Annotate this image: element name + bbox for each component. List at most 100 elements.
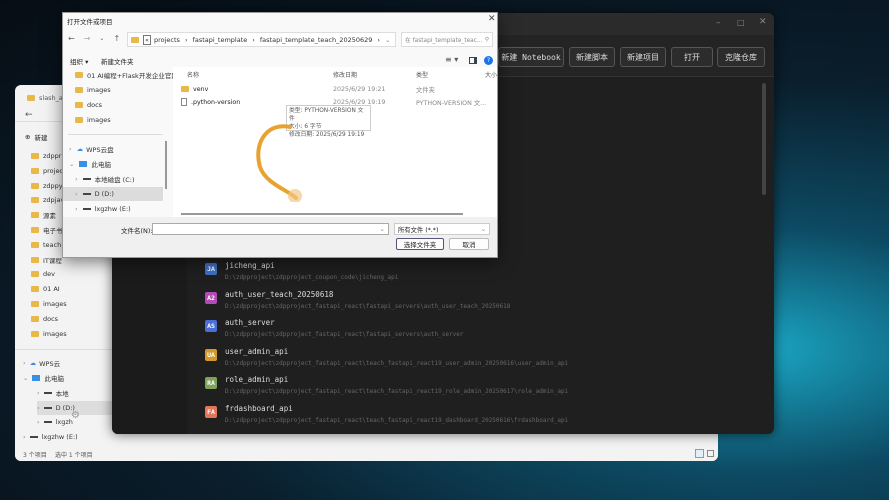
chevron-right-icon: ›	[37, 418, 40, 426]
recent-project[interactable]: UA user_admin_api D:\zdpproject\zdpproject…	[205, 347, 765, 375]
drive-icon	[43, 392, 52, 394]
chevron-right-icon: ›	[23, 359, 26, 367]
horizontal-scrollbar[interactable]	[181, 213, 463, 215]
address-bar[interactable]: « projects › fastapi_template › fastapi_te…	[127, 32, 406, 47]
quick-access-item[interactable]: images	[75, 113, 111, 127]
folder-icon	[131, 36, 139, 43]
new-script-button[interactable]: 新建脚本	[569, 47, 615, 67]
column-date[interactable]: 修改日期	[333, 70, 357, 79]
folder-icon	[31, 271, 39, 278]
cancel-button[interactable]: 取消	[449, 238, 489, 250]
project-path: D:\zdpproject\zdpproject_coupon_code\jic…	[225, 274, 399, 281]
clone-repo-button[interactable]: 克隆仓库	[717, 47, 765, 67]
new-notebook-button[interactable]: 新建 Notebook	[498, 47, 564, 67]
recent-project[interactable]: JA jicheng_api D:\zdpproject\zdpproject_co…	[205, 261, 765, 289]
nav-tree-item[interactable]: › ☁ WPS云盘	[63, 142, 163, 156]
drive-icon	[82, 208, 91, 210]
cloud-icon: ☁	[76, 145, 84, 153]
folder-label: docs	[43, 314, 59, 323]
tree-label: WPS云	[39, 360, 61, 368]
back-icon[interactable]: ←	[68, 34, 75, 43]
organize-menu[interactable]: 组织 ▾	[70, 56, 88, 66]
chevron-down-icon: ⌄	[69, 160, 75, 168]
project-name: auth_user_teach_20250618	[225, 289, 334, 299]
forward-icon[interactable]: →	[84, 34, 91, 43]
new-project-button[interactable]: 新建项目	[620, 47, 666, 67]
nav-tree-item[interactable]: › D (D:)	[63, 187, 163, 201]
column-type[interactable]: 类型	[416, 70, 428, 79]
breadcrumb-item[interactable]: fastapi_template	[193, 36, 248, 44]
details-view-icon[interactable]	[695, 449, 704, 458]
dropdown-icon[interactable]: ⌄	[385, 36, 390, 44]
scrollbar[interactable]	[762, 83, 766, 195]
open-button[interactable]: 打开	[671, 47, 713, 67]
back-icon[interactable]: ←	[25, 110, 33, 120]
recent-project[interactable]: FA frdashboard_api D:\zdpproject\zdpprojec…	[205, 404, 765, 432]
folder-label: 源素	[43, 212, 56, 221]
filename-input[interactable]: ⌄	[152, 223, 389, 235]
nav-tree-item[interactable]: › 本地磁盘 (C:)	[63, 172, 163, 186]
minimize-icon[interactable]: –	[716, 18, 721, 28]
search-icon: ⚲	[484, 36, 489, 43]
project-path: D:\zdpproject\zdpproject_fastapi_react\t…	[225, 388, 569, 396]
overflow-chevron[interactable]: «	[143, 34, 151, 45]
tree-item[interactable]: › lxgzhw (E:)	[23, 430, 118, 444]
recent-project[interactable]: RA role_admin_api D:\zdpproject\zdpproject…	[205, 375, 765, 403]
recent-project[interactable]: AS auth_server D:\zdpproject\zdpproject_fa…	[205, 318, 765, 346]
recent-project[interactable]: A2 auth_user_teach_20250618 D:\zdpproject\…	[205, 290, 765, 318]
tree-label: 此电脑	[44, 375, 64, 383]
file-row[interactable]: venv 2025/6/29 19:21 文件夹	[173, 83, 497, 95]
folder-icon	[31, 182, 39, 189]
settings-gear-icon[interactable]: ⚙	[71, 410, 80, 421]
chevron-right-icon: ›	[37, 389, 40, 397]
new-folder-button[interactable]: 新建文件夹	[101, 56, 134, 66]
view-menu-icon[interactable]: ≡ ▾	[445, 55, 458, 64]
drive-icon	[82, 178, 91, 180]
nav-label: WPS云盘	[86, 146, 114, 154]
folder-icon	[31, 212, 39, 219]
folder-icon	[181, 86, 189, 92]
maximize-icon[interactable]: □	[737, 18, 745, 27]
breadcrumb-item[interactable]: fastapi_template_teach_20250629	[260, 36, 373, 44]
file-type: 文件夹	[416, 86, 435, 94]
nav-scrollbar[interactable]	[165, 141, 167, 189]
folder-label: 01 AI	[43, 285, 60, 294]
search-input[interactable]: 在 fastapi_template_teac... ⚲	[401, 32, 493, 47]
close-icon[interactable]: ✕	[759, 17, 767, 27]
quick-access-item[interactable]: images	[75, 83, 111, 97]
tree-item[interactable]: › ☁ WPS云	[23, 356, 118, 370]
folder-icon	[75, 102, 83, 108]
quick-access-item[interactable]: 01 AI编程+Flask开发企业官网	[75, 68, 178, 82]
folder-icon	[31, 330, 39, 337]
column-name[interactable]: 名称	[187, 70, 199, 79]
nav-label: images	[87, 116, 111, 124]
help-icon[interactable]: ?	[484, 56, 493, 65]
nav-tree-item[interactable]: › lxgzhw (E:)	[63, 202, 163, 216]
project-name: user_admin_api	[225, 346, 289, 356]
folder-label: projec	[43, 166, 64, 175]
drive-icon	[43, 421, 52, 423]
status-selected: 选中 1 个项目	[55, 452, 93, 459]
folder-icon	[31, 301, 39, 307]
file-type-select[interactable]: 所有文件 (*.*) ⌄	[394, 223, 490, 235]
project-path: D:\zdpproject\zdpproject_fastapi_react\f…	[225, 302, 511, 310]
dialog-footer: 文件名(N): ⌄ 所有文件 (*.*) ⌄ 选择文件夹 取消	[63, 217, 497, 257]
tree-label: lxgzhw (E:)	[41, 433, 78, 441]
quick-access-item[interactable]: docs	[75, 98, 102, 112]
tooltip-line: 类型: PYTHON-VERSION 文件	[289, 108, 364, 122]
folder-icon	[31, 197, 39, 204]
nav-tree-item[interactable]: ⌄ 此电脑	[63, 157, 163, 171]
search-placeholder: 在 fastapi_template_teac...	[405, 38, 483, 44]
column-size[interactable]: 大小	[485, 70, 497, 79]
computer-icon	[79, 161, 88, 167]
close-icon[interactable]: ✕	[488, 14, 496, 24]
up-icon[interactable]: ↑	[113, 34, 120, 43]
breadcrumb-item[interactable]: projects	[154, 36, 180, 44]
tiles-view-icon[interactable]	[707, 450, 714, 457]
tree-item[interactable]: ⌄ 此电脑	[23, 371, 118, 385]
preview-pane-icon[interactable]	[469, 57, 477, 64]
recent-chevron-icon[interactable]: ⌄	[99, 35, 104, 42]
select-folder-button[interactable]: 选择文件夹	[396, 238, 444, 250]
new-button[interactable]: ⊕ 新建	[25, 132, 47, 142]
folder-icon	[75, 117, 83, 123]
